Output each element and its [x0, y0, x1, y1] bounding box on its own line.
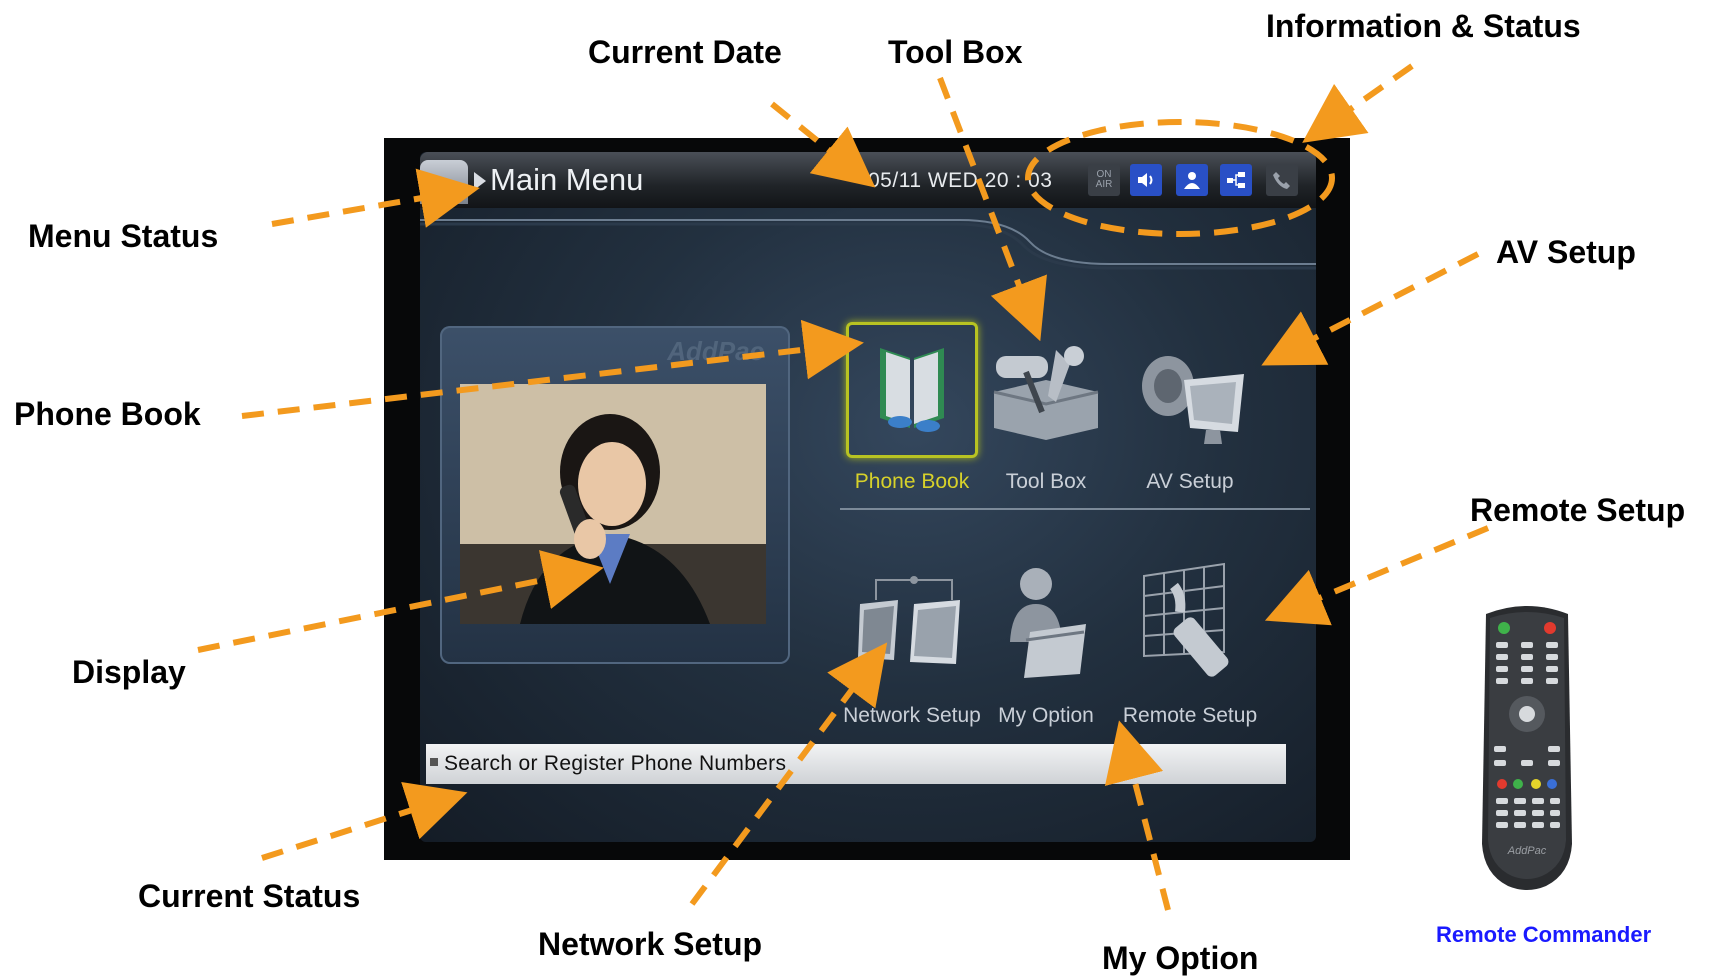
- caption-remote-commander: Remote Commander: [1436, 922, 1652, 947]
- main-menu-screen: Main Menu 05/11 WED 20 : 03 ON AIR AddPa…: [420, 152, 1316, 842]
- on-air-icon[interactable]: ON AIR: [1088, 164, 1120, 196]
- menu-label-my-option: My Option: [998, 704, 1094, 727]
- menu-item-tool-box[interactable]: Tool Box: [980, 322, 1112, 502]
- current-status-text: Search or Register Phone Numbers: [444, 752, 787, 775]
- menu-label-tool-box: Tool Box: [1005, 470, 1087, 493]
- my-option-icon: [1010, 568, 1086, 678]
- video-display: [460, 384, 766, 624]
- callout-my-option: My Option: [1102, 940, 1259, 976]
- decorative-wave: [420, 219, 1316, 270]
- top-bar: Main Menu 05/11 WED 20 : 03 ON AIR: [420, 152, 1316, 208]
- callout-current-date: Current Date: [588, 34, 782, 70]
- menu-label-network-setup: Network Setup: [843, 704, 981, 727]
- current-date: 05/11 WED 20 : 03: [868, 169, 1053, 192]
- arrow-information-status: [1302, 63, 1414, 143]
- on-air-text: ON AIR: [1095, 169, 1113, 190]
- menu-divider: [840, 508, 1310, 510]
- callout-network-setup: Network Setup: [538, 926, 763, 962]
- menu-label-phone-book: Phone Book: [854, 470, 970, 493]
- callout-phone-book: Phone Book: [14, 396, 201, 432]
- callout-tool-box: Tool Box: [888, 34, 1023, 70]
- callout-menu-status: Menu Status: [28, 218, 219, 254]
- device-screen: Main Menu 05/11 WED 20 : 03 ON AIR AddPa…: [384, 138, 1350, 860]
- user-icon[interactable]: [1176, 164, 1208, 196]
- menu-item-my-option[interactable]: My Option: [980, 556, 1112, 736]
- callout-display: Display: [72, 654, 186, 690]
- callout-information-status: Information & Status: [1266, 8, 1581, 44]
- speaker-icon[interactable]: [1130, 164, 1162, 196]
- callout-current-status: Current Status: [138, 878, 361, 914]
- av-setup-icon: [1142, 356, 1244, 444]
- menu-item-phone-book[interactable]: Phone Book: [846, 322, 978, 502]
- callout-remote-setup: Remote Setup: [1470, 492, 1686, 528]
- menu-item-av-setup[interactable]: AV Setup: [1124, 322, 1256, 502]
- status-bullet-icon: [430, 758, 438, 766]
- phone-icon[interactable]: [1266, 164, 1298, 196]
- callout-av-setup: AV Setup: [1496, 234, 1636, 270]
- menu-status-title: Main Menu: [490, 162, 644, 197]
- network-setup-icon: [858, 576, 960, 664]
- menu-arrow-icon: [474, 172, 486, 190]
- remote-setup-icon: [1143, 562, 1229, 677]
- network-icon[interactable]: [1220, 164, 1252, 196]
- phone-book-icon: [880, 348, 944, 432]
- menu-tab[interactable]: [420, 160, 468, 204]
- current-status-bar: Search or Register Phone Numbers: [426, 744, 1286, 784]
- menu-label-remote-setup: Remote Setup: [1122, 704, 1258, 727]
- menu-label-av-setup: AV Setup: [1146, 470, 1234, 493]
- tool-box-icon: [993, 346, 1099, 440]
- remote-brand-text: AddPac: [1507, 845, 1547, 857]
- addpac-logo: AddPac: [667, 336, 764, 366]
- menu-item-network-setup[interactable]: Network Setup: [843, 556, 981, 736]
- menu-item-remote-setup[interactable]: Remote Setup: [1123, 556, 1257, 736]
- remote-commander-image: AddPac: [1482, 606, 1572, 890]
- display-panel: AddPac: [440, 326, 790, 664]
